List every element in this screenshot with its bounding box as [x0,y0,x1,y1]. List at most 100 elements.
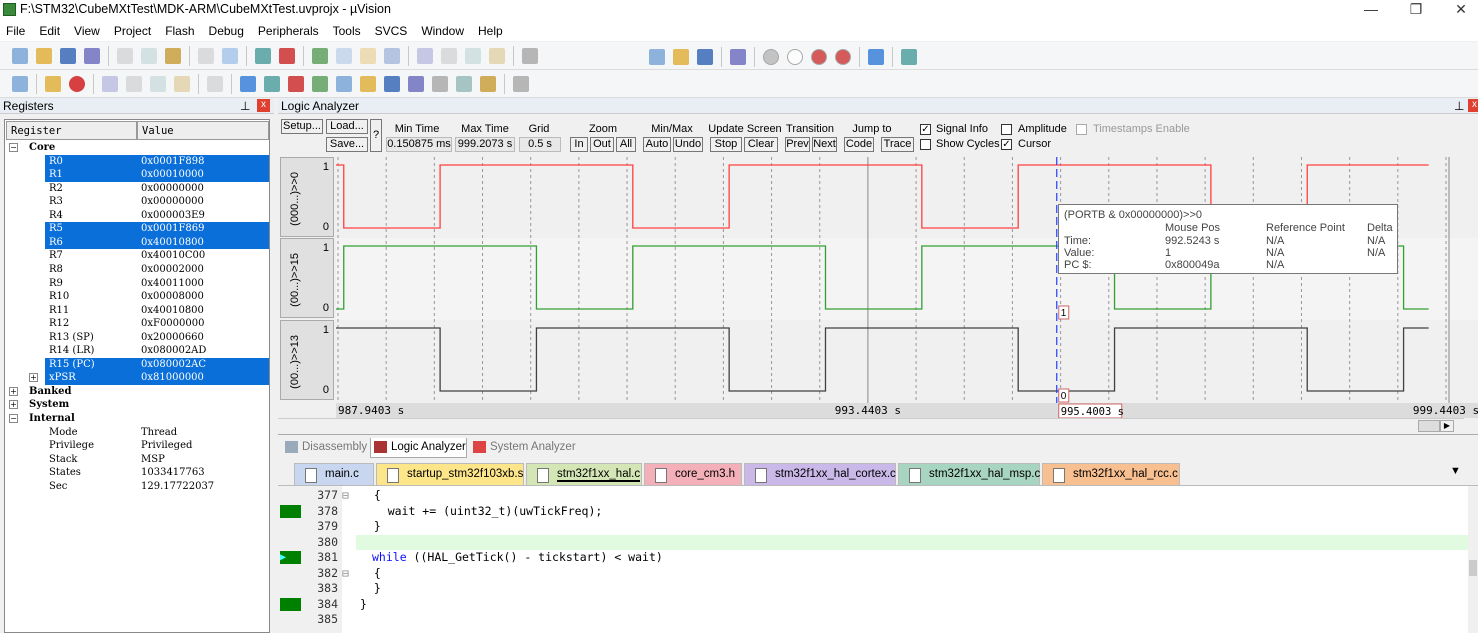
register-row[interactable]: R10 0x00008000 [5,290,269,304]
register-group-core[interactable]: − Core [5,141,269,155]
register-row[interactable]: R3 0x00000000 [5,195,269,209]
menu-help[interactable]: Help [478,24,503,38]
menu-debug[interactable]: Debug [209,24,244,38]
pin-icon[interactable]: ⊥ [1454,98,1464,114]
column-header-value[interactable]: Value [137,121,269,140]
cursor-checkbox[interactable]: ✓ [1001,139,1012,150]
signal-info-checkbox[interactable]: ✓ [920,124,931,135]
register-row[interactable]: Mode Thread [5,426,269,440]
file-tab[interactable]: stm32f1xx_hal.c [526,463,642,485]
file-tab[interactable]: core_cm3.h [644,463,742,485]
breakpoint-icon[interactable] [763,49,779,65]
kill-all-icon[interactable] [835,49,851,65]
menu-file[interactable]: File [6,24,25,38]
system-viewer-icon[interactable] [480,75,496,92]
code-line[interactable]: 378 wait += (uint32_t)(uwTickFreq); [278,504,1468,520]
code-line[interactable]: 384} [278,597,1468,613]
uncomment-icon[interactable] [489,47,505,64]
code-line[interactable]: 383 } [278,581,1468,597]
expander-icon[interactable]: − [9,414,18,423]
register-row[interactable]: R15 (PC) 0x080002AC [5,357,269,372]
column-header-register[interactable]: Register [6,121,137,140]
file-tab[interactable]: stm32f1xx_hal_msp.c [898,463,1040,485]
close-panel-icon[interactable]: x [1468,99,1478,112]
prev-bookmark-icon[interactable] [336,47,352,64]
next-bookmark-icon[interactable] [360,47,376,64]
code-line[interactable]: 380 [278,534,1468,550]
register-row[interactable]: R9 0x40011000 [5,277,269,291]
window-layout-icon[interactable] [868,49,884,65]
help-button[interactable]: ? [370,119,382,152]
bookmark-icon[interactable] [312,47,328,64]
load-button[interactable]: Load... [326,119,368,134]
redo-icon[interactable] [222,47,238,64]
disassembly-window-icon[interactable] [264,75,280,92]
register-row[interactable]: Privilege Privileged [5,439,269,453]
file-tab[interactable]: stm32f1xx_hal_rcc.c [1042,463,1180,485]
find-dropdown-icon[interactable] [649,49,665,65]
scroll-right-icon[interactable]: ▶ [1440,420,1454,432]
paste-icon[interactable] [165,47,181,64]
open-icon[interactable] [36,47,52,64]
find-in-files-icon[interactable] [522,47,538,64]
command-window-icon[interactable] [240,75,256,92]
serial-window-icon[interactable] [408,75,424,92]
step-into-icon[interactable] [102,75,118,92]
expander-icon[interactable]: + [9,386,18,396]
show-next-statement-icon[interactable] [207,75,223,92]
close-button[interactable]: ✕ [1446,1,1476,18]
register-row[interactable]: R0 0x0001F898 [5,154,269,169]
vertical-scrollbar[interactable] [1468,486,1478,633]
incremental-find-icon[interactable] [673,49,689,65]
channel-label[interactable]: (00...)>>13 1 0 [280,320,334,400]
forward-icon[interactable] [279,47,295,64]
register-row[interactable]: R1 0x00010000 [5,168,269,182]
expander-icon[interactable]: + [9,400,18,410]
copy-icon[interactable] [141,47,157,64]
register-group-banked[interactable]: + Banked [5,385,269,399]
trace-window-icon[interactable] [456,75,472,92]
clear-button[interactable]: Clear [744,137,778,152]
waveform-plot[interactable]: 987.9403 s 993.4403 s 999.4403 s 1 0 995.4003… [336,157,1478,433]
code-line[interactable]: 385 [278,612,1468,628]
menu-peripherals[interactable]: Peripherals [258,24,319,38]
menu-view[interactable]: View [74,24,100,38]
stop-icon[interactable] [69,75,85,92]
configure-icon[interactable] [901,49,917,65]
menu-edit[interactable]: Edit [39,24,60,38]
step-over-icon[interactable] [126,75,142,92]
tab-system-analyzer[interactable]: System Analyzer [470,438,576,458]
save-icon[interactable] [60,47,76,64]
zoom-all-button[interactable]: All [616,137,636,152]
tab-disassembly[interactable]: Disassembly [282,438,367,458]
register-row[interactable]: R8 0x00002000 [5,263,269,277]
memory-window-icon[interactable] [384,75,400,92]
maximize-button[interactable]: ❐ [1401,1,1431,18]
register-group-system[interactable]: + System [5,398,269,412]
indent-icon[interactable] [417,47,433,64]
register-row[interactable]: R13 (SP) 0x20000660 [5,331,269,345]
jump-code-button[interactable]: Code [844,137,874,152]
zoom-in-button[interactable]: In [570,137,588,152]
register-row[interactable]: Sec 129.17722037 [5,480,269,494]
clear-bookmarks-icon[interactable] [384,47,400,64]
register-row[interactable]: R5 0x0001F869 [5,222,269,236]
stop-button[interactable]: Stop [710,137,742,152]
analysis-window-icon[interactable] [432,75,448,92]
step-out-icon[interactable] [150,75,166,92]
save-button[interactable]: Save... [326,137,368,152]
register-row[interactable]: R6 0x40010800 [5,235,269,250]
symbols-window-icon[interactable] [288,75,304,92]
code-line[interactable]: ▶ 381 while ((HAL_GetTick() - tickstart) <… [278,550,1468,566]
register-row[interactable]: Stack MSP [5,453,269,467]
register-row[interactable]: States 1033417763 [5,466,269,480]
timestamps-checkbox[interactable] [1076,124,1087,135]
register-row[interactable]: R2 0x00000000 [5,182,269,196]
minimize-button[interactable]: — [1356,1,1386,17]
debug-session-icon[interactable] [697,49,713,65]
registers-window-icon[interactable] [312,75,328,92]
unindent-icon[interactable] [441,47,457,64]
register-group-internal[interactable]: − Internal [5,412,269,426]
new-file-icon[interactable] [12,47,28,64]
file-tab[interactable]: startup_stm32f103xb.s [376,463,524,485]
